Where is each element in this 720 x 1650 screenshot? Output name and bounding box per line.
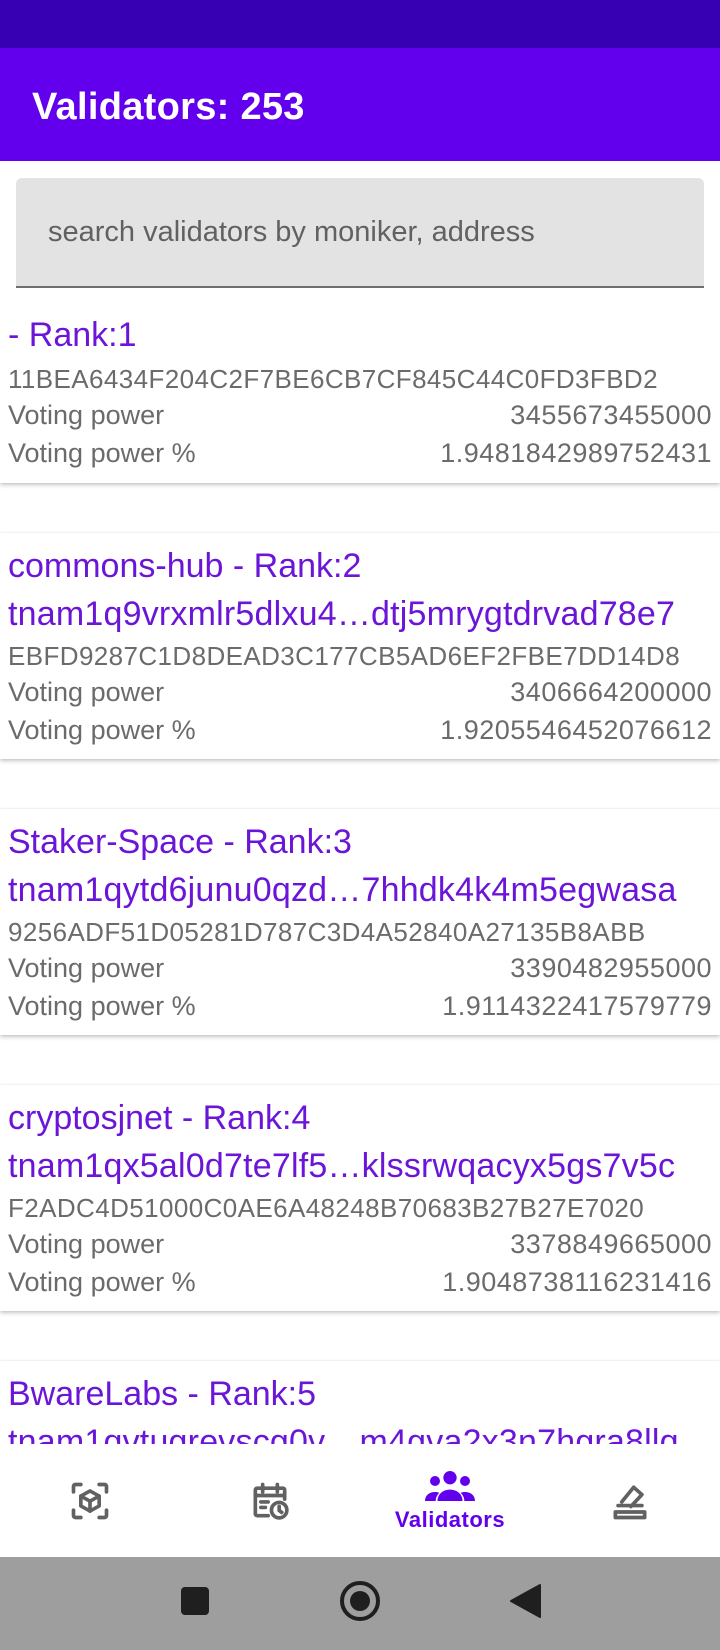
validator-card-1[interactable]: - Rank:1 11BEA6434F204C2F7BE6CB7CF845C44… (0, 300, 720, 483)
voting-power-pct-value: 1.9048738116231416 (442, 1267, 712, 1297)
calendar-clock-icon (248, 1479, 292, 1523)
app-bar: Validators: 253 (0, 48, 720, 161)
validator-address: tnam1q9vrxmlr5dlxu4…dtj5mrygtdrvad78e7 (8, 595, 676, 633)
validator-title: BwareLabs - Rank:5 (8, 1375, 317, 1413)
voting-power-value: 3378849665000 (510, 1229, 712, 1259)
voting-power-pct-value: 1.9481842989752431 (440, 438, 712, 468)
stake-icon (608, 1479, 652, 1523)
nav-label-validators: Validators (394, 1506, 506, 1532)
home-button[interactable] (325, 1557, 395, 1650)
nav-item-staking[interactable] (540, 1444, 720, 1557)
voting-power-label: Voting power (8, 1229, 165, 1259)
search-field[interactable] (16, 178, 704, 288)
validator-address: tnam1qx5al0d7te7lf5…klssrwqacyx5gs7v5c (8, 1147, 676, 1185)
validator-card-5[interactable]: BwareLabs - Rank:5 tnam1qvtugrevscg0v…m4… (0, 1361, 720, 1444)
validator-list[interactable]: - Rank:1 11BEA6434F204C2F7BE6CB7CF845C44… (0, 300, 720, 1444)
voting-power-pct-label: Voting power % (8, 438, 196, 468)
square-icon (180, 1586, 210, 1621)
nav-item-blocks[interactable] (0, 1444, 180, 1557)
validator-card-4[interactable]: cryptosjnet - Rank:4 tnam1qx5al0d7te7lf5… (0, 1085, 720, 1311)
voting-power-pct-label: Voting power % (8, 1267, 196, 1297)
validator-card-2[interactable]: commons-hub - Rank:2 tnam1q9vrxmlr5dlxu4… (0, 533, 720, 759)
status-bar (0, 0, 720, 48)
validator-title: commons-hub - Rank:2 (8, 547, 362, 585)
voting-power-label: Voting power (8, 677, 165, 707)
voting-power-label: Voting power (8, 953, 165, 983)
validator-hash: 9256ADF51D05281D787C3D4A52840A27135B8ABB (8, 917, 646, 947)
validator-card-3[interactable]: Staker-Space - Rank:3 tnam1qytd6junu0qzd… (0, 809, 720, 1035)
voting-power-pct-value: 1.9205546452076612 (440, 715, 712, 745)
validator-address: tnam1qytd6junu0qzd…7hhdk4k4m5egwasa (8, 871, 677, 909)
cube-scan-icon (68, 1479, 112, 1523)
nav-item-validators[interactable]: Validators (360, 1444, 540, 1557)
validator-address: tnam1qvtugrevscg0v…m4gva2x3n7hgra8llq (8, 1423, 679, 1444)
validator-title: cryptosjnet - Rank:4 (8, 1099, 311, 1137)
people-icon (425, 1469, 475, 1503)
voting-power-pct-label: Voting power % (8, 715, 196, 745)
system-navigation-bar (0, 1557, 720, 1650)
validator-hash: F2ADC4D51000C0AE6A48248B70683B27B27E7020 (8, 1193, 645, 1223)
search-input[interactable] (16, 178, 704, 286)
voting-power-value: 3455673455000 (510, 400, 712, 430)
validator-title: - Rank:1 (8, 316, 137, 354)
home-circle-icon (339, 1580, 381, 1627)
recents-button[interactable] (160, 1557, 230, 1650)
validator-hash: EBFD9287C1D8DEAD3C177CB5AD6EF2FBE7DD14D8 (8, 641, 681, 671)
back-triangle-icon (508, 1583, 542, 1624)
nav-item-proposals[interactable] (180, 1444, 360, 1557)
page-title: Validators: 253 (32, 86, 305, 128)
bottom-navigation: Validators (0, 1444, 720, 1557)
validator-hash: 11BEA6434F204C2F7BE6CB7CF845C44C0FD3FBD2 (8, 364, 658, 394)
voting-power-pct-value: 1.9114322417579779 (442, 991, 712, 1021)
voting-power-label: Voting power (8, 400, 165, 430)
validator-title: Staker-Space - Rank:3 (8, 823, 352, 861)
voting-power-value: 3406664200000 (510, 677, 712, 707)
voting-power-value: 3390482955000 (510, 953, 712, 983)
back-button[interactable] (490, 1557, 560, 1650)
voting-power-pct-label: Voting power % (8, 991, 196, 1021)
